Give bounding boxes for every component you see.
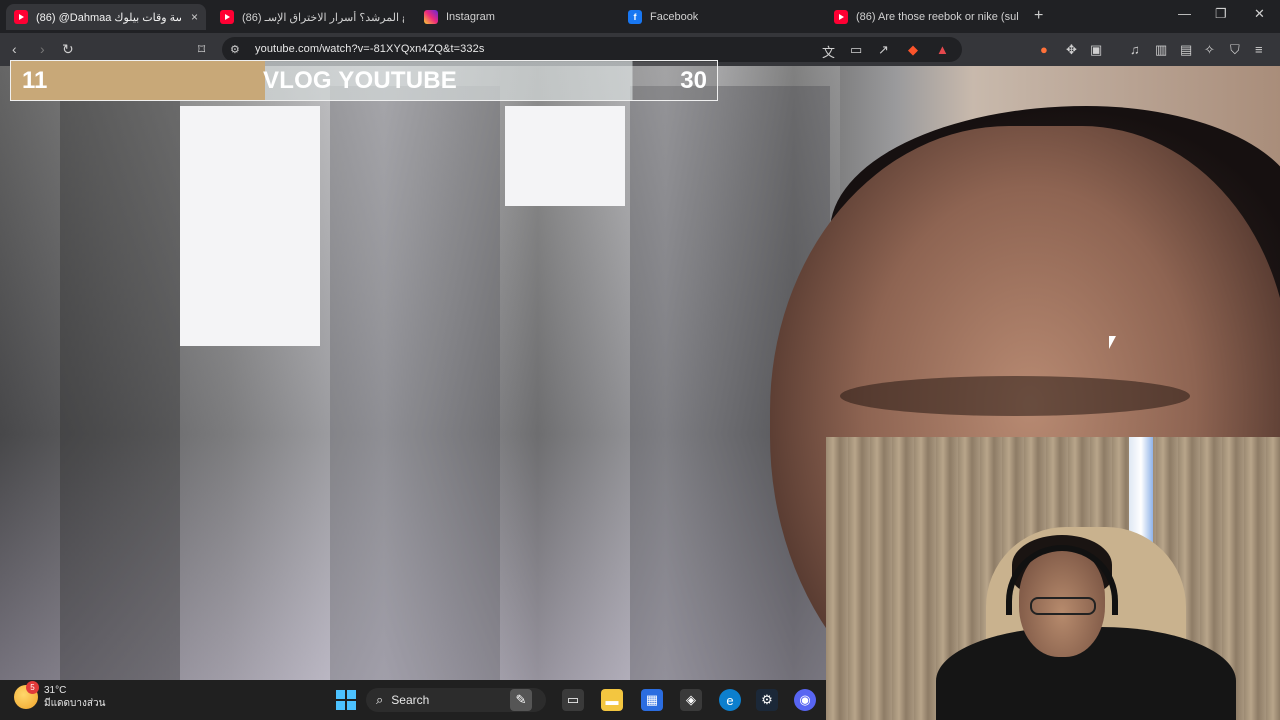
close-tab-icon[interactable]: ×: [191, 10, 198, 24]
video-pillar: [330, 86, 500, 680]
banner-left-number: 11: [22, 67, 48, 94]
close-window-button[interactable]: ✕: [1254, 6, 1265, 22]
tab-reebok[interactable]: (86) Are those reebok or nike (subtitle: [826, 4, 1026, 30]
browser-tab-strip: (86) @Dahmaa عبوسة وقات بيلوك × (86) من …: [0, 0, 1280, 33]
weather-temperature: 31°C: [44, 685, 67, 696]
tab-title: Facebook: [650, 11, 699, 23]
discord-icon[interactable]: ◉: [794, 689, 816, 711]
facebook-icon: f: [628, 10, 642, 24]
video-window-light: [505, 106, 625, 206]
minimize-button[interactable]: —: [1178, 6, 1191, 21]
video-title-banner: 11 VLOG YOUTUBE 30: [10, 60, 718, 101]
mouse-cursor: [1109, 336, 1116, 349]
tab-title: (86) من باع المرشد؟ أسرار الاختراق الإسـ: [242, 11, 404, 24]
brave-rewards-icon[interactable]: ▲: [936, 42, 949, 57]
leo-ai-icon[interactable]: ✧: [1204, 42, 1215, 58]
file-explorer-icon[interactable]: ▬: [601, 689, 623, 711]
extensions-icon[interactable]: ✥: [1066, 42, 1077, 58]
media-icon[interactable]: ♫: [1130, 42, 1140, 57]
brave-shields-icon[interactable]: ◆: [908, 42, 918, 58]
sidebar-icon[interactable]: ▥: [1155, 42, 1167, 58]
task-view-icon[interactable]: ▭: [562, 689, 584, 711]
tab-title: Instagram: [446, 11, 495, 23]
search-label: Search: [391, 693, 430, 707]
youtube-icon: [834, 10, 848, 24]
edge-browser-icon[interactable]: e: [719, 689, 741, 711]
weather-sun-icon: 5: [14, 681, 39, 709]
vpn-icon[interactable]: ⛉: [1230, 42, 1240, 58]
menu-icon[interactable]: ≡: [1255, 42, 1263, 57]
maximize-button[interactable]: ❐: [1215, 6, 1227, 22]
site-info-icon[interactable]: ⚙: [230, 43, 240, 56]
youtube-icon: [220, 10, 234, 24]
address-bar-url[interactable]: youtube.com/watch?v=-81XYQxn4ZQ&t=332s: [255, 43, 484, 55]
tab-murshid[interactable]: (86) من باع المرشد؟ أسرار الاختراق الإسـ: [212, 4, 412, 30]
banner-title: VLOG YOUTUBE: [263, 67, 457, 94]
windows-taskbar: 5 31°C มีแดดบางส่วน ⌕ Search ✎ ▭ ▬ ▦ ◈ e…: [0, 680, 826, 720]
search-highlight-icon[interactable]: ✎: [510, 689, 532, 711]
instagram-icon: [424, 10, 438, 24]
bookmark-icon[interactable]: ⌑: [198, 41, 205, 58]
video-pillar: [60, 86, 180, 680]
extension-fox-icon[interactable]: ●: [1040, 42, 1048, 57]
weather-description: มีแดดบางส่วน: [44, 698, 106, 709]
unity-icon[interactable]: ◈: [680, 689, 702, 711]
weather-widget[interactable]: 5 31°C มีแดดบางส่วน: [14, 681, 106, 710]
search-icon: ⌕: [376, 692, 384, 707]
back-button[interactable]: ‹: [12, 41, 17, 57]
wallet-icon[interactable]: ▤: [1180, 42, 1192, 58]
tab-facebook[interactable]: f Facebook: [620, 4, 820, 30]
weather-badge: 5: [26, 681, 39, 694]
share-icon[interactable]: ↗: [878, 42, 889, 58]
video-window-light: [180, 106, 320, 346]
steam-icon[interactable]: ⚙: [756, 689, 778, 711]
microsoft-store-icon[interactable]: ▦: [641, 689, 663, 711]
video-person-brow: [840, 376, 1190, 416]
tab-instagram[interactable]: Instagram: [416, 4, 616, 30]
tab-title: (86) Are those reebok or nike (subtitle: [856, 11, 1018, 23]
forward-button[interactable]: ›: [40, 41, 45, 57]
reload-button[interactable]: ↻: [62, 41, 74, 58]
tab-title: (86) @Dahmaa عبوسة وقات بيلوك: [36, 11, 181, 24]
translate-icon[interactable]: 文: [822, 42, 835, 61]
start-button[interactable]: [335, 689, 357, 711]
webcam-overlay: [826, 437, 1280, 720]
cast-icon[interactable]: ▭: [850, 42, 862, 58]
youtube-icon: [14, 10, 28, 24]
screenshot-icon[interactable]: ▣: [1090, 42, 1102, 58]
banner-right-number: 30: [680, 67, 707, 94]
new-tab-button[interactable]: +: [1034, 7, 1043, 25]
tab-dahmaa[interactable]: (86) @Dahmaa عبوسة وقات بيلوك ×: [6, 4, 206, 30]
